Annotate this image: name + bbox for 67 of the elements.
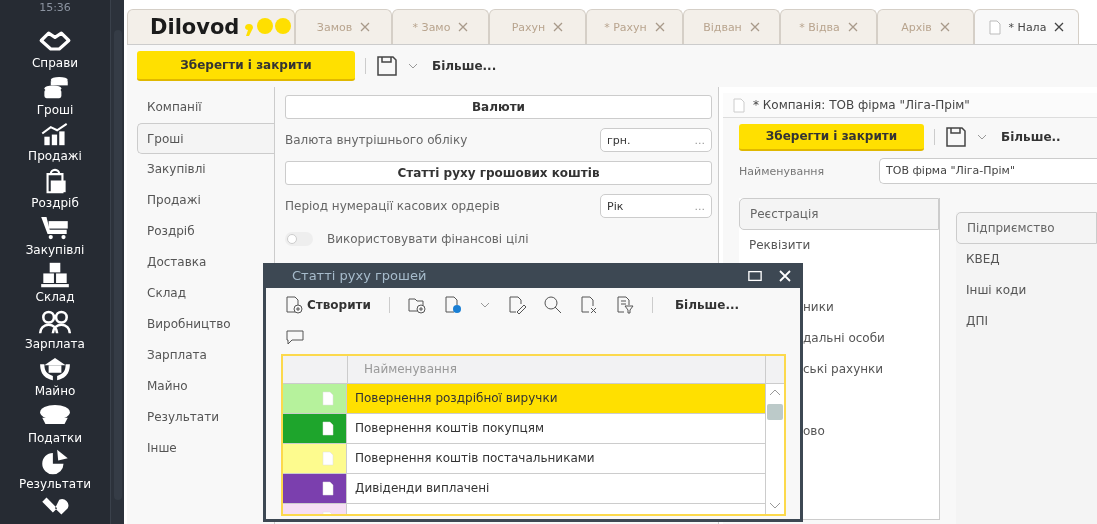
maximize-icon[interactable]: [748, 269, 762, 282]
logo: Dilovod: [127, 9, 295, 44]
caret-icon[interactable]: [977, 134, 987, 140]
save-icon[interactable]: [945, 126, 967, 148]
settings-category[interactable]: Закупівлі: [127, 154, 274, 185]
document-icon: [322, 481, 334, 496]
search-icon[interactable]: [543, 296, 562, 314]
select-field[interactable]: грн. ...: [600, 128, 712, 152]
nav-label[interactable]: Продажі: [28, 149, 82, 164]
add-folder-icon[interactable]: [407, 296, 426, 314]
nav-label[interactable]: Склад: [35, 290, 75, 305]
clock-time: 15:36: [39, 1, 71, 16]
nav-label[interactable]: Майно: [34, 383, 76, 398]
settings-category[interactable]: Роздріб: [127, 216, 274, 247]
create-button[interactable]: Створити: [285, 296, 371, 314]
boxes-icon[interactable]: [38, 261, 72, 289]
nav-label[interactable]: Закупівлі: [25, 243, 85, 258]
edit-icon[interactable]: [507, 296, 526, 314]
more-button[interactable]: Більше..: [997, 130, 1065, 144]
section-item[interactable]: Інші коди: [956, 275, 1097, 306]
field-label: Період нумерації касових ордерів: [285, 199, 500, 213]
section-item[interactable]: КВЕД: [956, 244, 1097, 275]
add-document-icon: [285, 296, 303, 314]
settings-category[interactable]: Гроші: [137, 123, 274, 154]
field-label: Найменування: [739, 164, 826, 178]
document-icon: [322, 421, 334, 436]
nav-label[interactable]: Справи: [31, 55, 79, 70]
select-field[interactable]: Рік ...: [600, 194, 712, 218]
comment-icon[interactable]: [286, 330, 304, 346]
table-cell[interactable]: Повернення роздрібної виручки: [347, 384, 765, 413]
scrollbar[interactable]: [110, 0, 124, 524]
section-item[interactable]: ДПІ: [956, 306, 1097, 337]
document-icon: [733, 97, 745, 113]
field-label: Валюта внутрішнього обліку: [285, 133, 468, 147]
more-button[interactable]: Більше...: [428, 59, 501, 73]
scroll-up-icon[interactable]: [769, 388, 781, 396]
section-tab[interactable]: Підприємство: [956, 212, 1097, 244]
save-icon[interactable]: [376, 55, 398, 77]
toggle-label: Використовувати фінансові цілі: [327, 232, 529, 246]
nav-label[interactable]: Результати: [19, 477, 91, 492]
caret-icon[interactable]: [408, 63, 418, 69]
save-and-close-button[interactable]: Зберегти і закрити: [137, 51, 355, 81]
name-field[interactable]: ТОВ фірма "Ліга-Прім": [879, 158, 1097, 184]
filter-document-icon[interactable]: [615, 296, 634, 314]
close-icon[interactable]: [1054, 22, 1065, 32]
document-icon: [988, 19, 1001, 35]
document-icon: [322, 391, 334, 406]
info-document-icon[interactable]: [443, 296, 462, 314]
dialog-title: Статті руху грошей: [292, 268, 428, 283]
document-icon: [322, 451, 334, 466]
settings-category[interactable]: Продажі: [127, 185, 274, 216]
nav-label[interactable]: Податки: [27, 430, 83, 445]
toggle-switch[interactable]: [285, 232, 313, 246]
settings-category[interactable]: Компанії: [127, 92, 274, 123]
save-and-close-button[interactable]: Зберегти і закрити: [739, 123, 924, 151]
delete-mark-icon[interactable]: [579, 296, 598, 314]
caret-icon[interactable]: [479, 302, 490, 308]
scroll-down-icon[interactable]: [769, 502, 781, 510]
nav-label[interactable]: Роздріб: [31, 196, 79, 211]
section-tab[interactable]: Реєстрація: [739, 198, 939, 230]
nav-label[interactable]: Зарплата: [25, 336, 85, 351]
window-title: * Компанія: ТОВ фірма "Ліга-Прім": [753, 98, 970, 112]
nav-label[interactable]: Гроші: [36, 102, 74, 117]
scrollbar-thumb[interactable]: [767, 404, 783, 420]
document-tab[interactable]: * Нала: [974, 9, 1079, 44]
section-button[interactable]: Статті руху грошових коштів: [285, 161, 712, 185]
section-button[interactable]: Валюти: [285, 95, 712, 119]
